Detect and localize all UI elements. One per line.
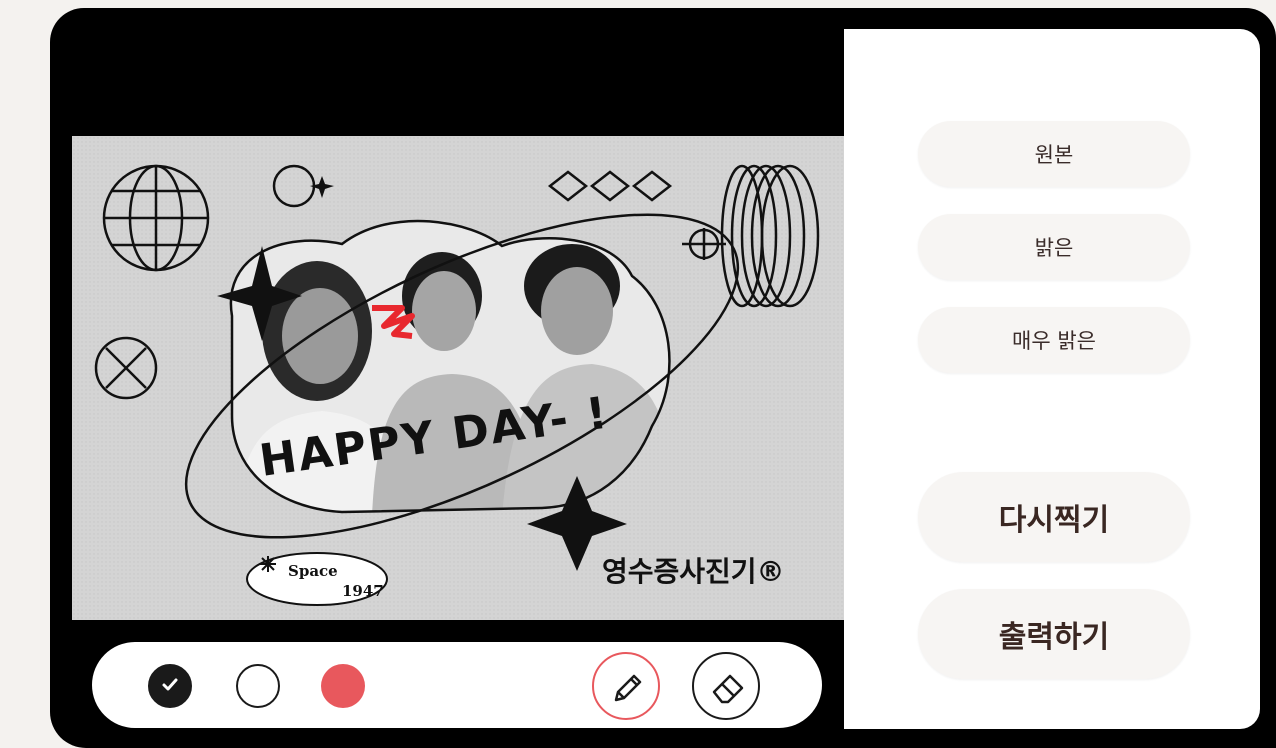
badge-line-1: Space	[288, 562, 338, 580]
color-swatch-black[interactable]	[148, 664, 192, 708]
brand-text: 영수증사진기®	[602, 555, 785, 588]
checkmark-icon	[162, 678, 178, 691]
badge-line-2: 1947	[342, 582, 384, 600]
side-panel: 원본 밝은 매우 밝은 다시찍기 출력하기	[844, 29, 1260, 729]
color-swatch-red[interactable]	[321, 664, 365, 708]
pen-tool-button[interactable]	[592, 652, 660, 720]
drawing-toolbar	[92, 642, 822, 728]
pen-icon	[614, 674, 642, 702]
print-button[interactable]: 출력하기	[918, 589, 1190, 679]
filter-very-bright-button[interactable]: 매우 밝은	[918, 307, 1190, 373]
eraser-tool-button[interactable]	[692, 652, 760, 720]
filter-bright-button[interactable]: 밝은	[918, 214, 1190, 280]
photo-canvas[interactable]: HAPPY DAY- ! Space 1947 영수증사진기®	[72, 136, 844, 620]
filter-original-button[interactable]: 원본	[918, 121, 1190, 187]
color-swatch-white[interactable]	[236, 664, 280, 708]
space-badge: Space 1947	[246, 552, 388, 606]
retake-button[interactable]: 다시찍기	[918, 472, 1190, 562]
eraser-icon	[712, 674, 744, 704]
